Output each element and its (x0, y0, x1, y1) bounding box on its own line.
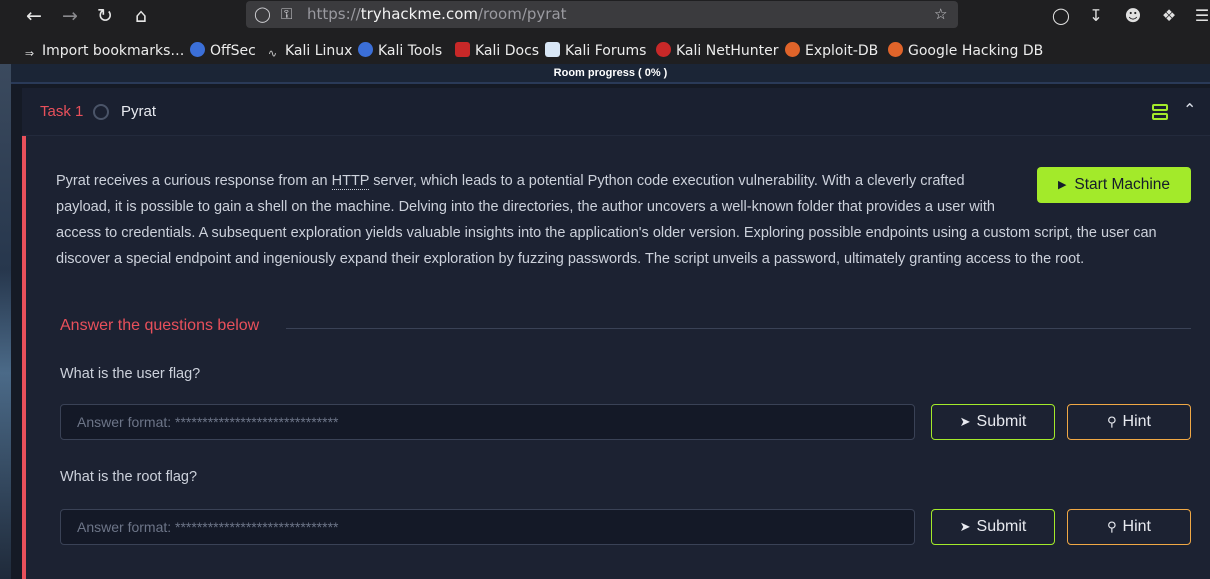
task-card: Task 1 Pyrat ⌃ Pyrat receives a curious … (22, 88, 1210, 579)
menu-icon[interactable]: ☰ (1187, 3, 1210, 29)
url-text[interactable]: https://tryhackme.com/room/pyrat (307, 1, 567, 28)
bookmark-kali-docs[interactable]: Kali Docs (455, 41, 539, 61)
bookmarks-toolbar: ⇒ Import bookmarks… OffSec ∿ Kali Linux Ka… (0, 37, 1210, 64)
question-root-flag: What is the root flag? (60, 469, 198, 485)
kali-icon: ∿ (267, 47, 278, 60)
room-progress-bar: Room progress ( 0% ) (11, 64, 1210, 84)
http-abbreviation: HTTP (331, 173, 370, 190)
ghdb-icon (888, 42, 903, 57)
start-machine-button[interactable]: ▶ Start Machine (1037, 167, 1191, 203)
nethunter-icon (656, 42, 671, 57)
submit-root-flag-button[interactable]: ➤ Submit (931, 509, 1055, 545)
browser-toolbar: ← → ↻ ⌂ ◯ ⚿ https://tryhackme.com/room/p… (0, 0, 1210, 37)
lock-icon[interactable]: ⚿ (281, 1, 292, 28)
question-user-flag: What is the user flag? (60, 366, 201, 382)
account-icon[interactable]: ☻ (1118, 3, 1148, 29)
url-path: /room/pyrat (477, 5, 567, 23)
bookmark-kali-tools[interactable]: Kali Tools (358, 41, 442, 61)
bookmark-offsec[interactable]: OffSec (190, 41, 256, 61)
download-icon[interactable]: ↧ (1081, 3, 1111, 29)
offsec-icon (190, 42, 205, 57)
chevron-up-icon[interactable]: ⌃ (1183, 100, 1196, 119)
task-description: Pyrat receives a curious response from a… (56, 173, 1157, 267)
bookmark-kali-forums[interactable]: Kali Forums (545, 41, 646, 61)
root-flag-answer-input[interactable] (60, 509, 915, 545)
bookmark-import[interactable]: ⇒ Import bookmarks… (22, 41, 185, 61)
reload-icon[interactable]: ↻ (89, 3, 121, 29)
bookmark-google-hacking-db[interactable]: Google Hacking DB (888, 41, 1043, 61)
submit-user-flag-button[interactable]: ➤ Submit (931, 404, 1055, 440)
hint-user-flag-button[interactable]: ⚲ Hint (1067, 404, 1191, 440)
kali-docs-icon (455, 42, 470, 57)
send-icon: ➤ (959, 415, 971, 430)
hint-root-flag-button[interactable]: ⚲ Hint (1067, 509, 1191, 545)
kali-forums-icon (545, 42, 560, 57)
bookmark-kali-linux[interactable]: ∿ Kali Linux (265, 41, 353, 61)
url-bar[interactable]: ◯ ⚿ https://tryhackme.com/room/pyrat ☆ (246, 1, 958, 28)
task-status-circle-icon (93, 104, 109, 120)
exploit-db-icon (785, 42, 800, 57)
back-icon[interactable]: ← (18, 3, 50, 29)
import-icon: ⇒ (24, 47, 35, 60)
bookmark-exploit-db[interactable]: Exploit-DB (785, 41, 878, 61)
lightbulb-icon: ⚲ (1107, 520, 1117, 535)
play-icon: ▶ (1057, 178, 1067, 191)
forward-icon[interactable]: → (54, 3, 86, 29)
answer-questions-heading: Answer the questions below (60, 317, 260, 334)
task-header[interactable]: Task 1 Pyrat ⌃ (22, 88, 1210, 136)
shield-icon[interactable]: ◯ (254, 1, 271, 28)
extensions-icon[interactable]: ❖ (1154, 3, 1184, 29)
home-icon[interactable]: ⌂ (125, 3, 157, 29)
heading-divider (286, 328, 1191, 329)
pocket-icon[interactable]: ◯ (1046, 3, 1076, 29)
task-body: Pyrat receives a curious response from a… (22, 136, 1210, 579)
stack-icon[interactable] (1152, 104, 1168, 120)
star-icon[interactable]: ☆ (934, 1, 947, 28)
bookmark-kali-nethunter[interactable]: Kali NetHunter (656, 41, 778, 61)
background-strip (0, 64, 11, 579)
task-number: Task 1 (40, 103, 84, 120)
url-host: tryhackme.com (360, 5, 478, 23)
task-title: Pyrat (121, 103, 157, 120)
user-flag-answer-input[interactable] (60, 404, 915, 440)
room-progress-label: Room progress ( 0% ) (553, 67, 668, 79)
kali-tools-icon (358, 42, 373, 57)
send-icon: ➤ (959, 520, 971, 535)
url-prefix: https:// (307, 5, 361, 23)
lightbulb-icon: ⚲ (1107, 415, 1117, 430)
